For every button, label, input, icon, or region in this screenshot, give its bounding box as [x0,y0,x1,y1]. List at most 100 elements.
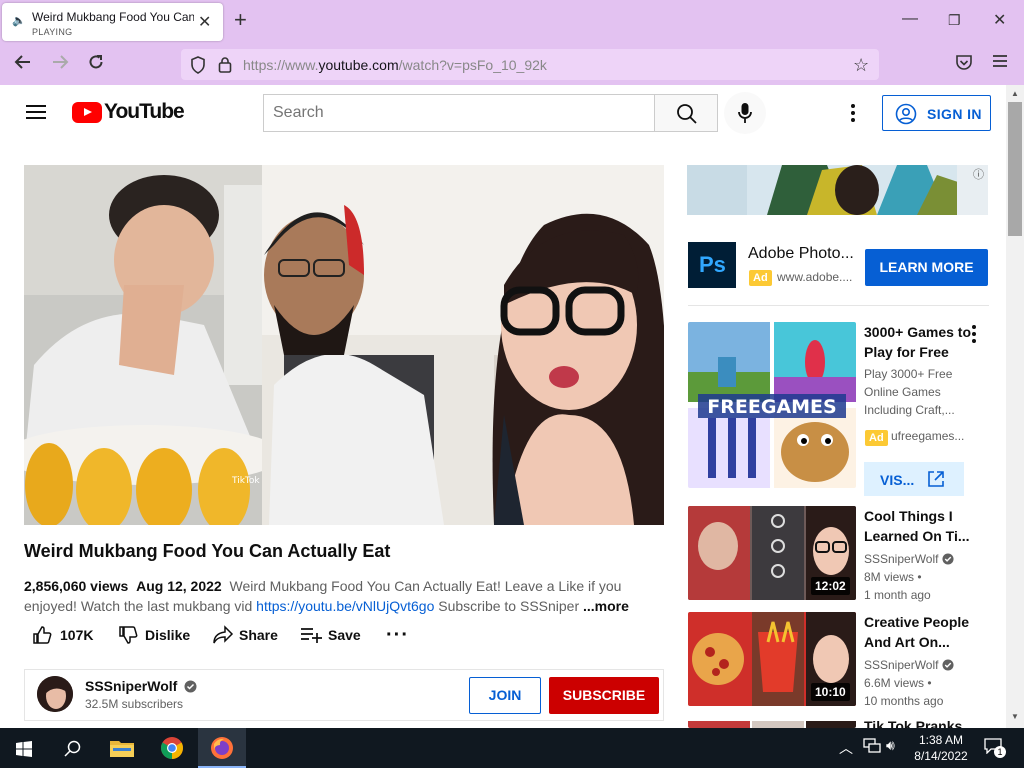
channel-avatar[interactable] [37,676,73,712]
volume-icon[interactable]: 🔊︎ [886,737,895,754]
ad-banner-image[interactable]: ⓘ [687,165,988,215]
shield-icon[interactable] [190,56,206,79]
sign-in-button[interactable]: SIGN IN [882,95,991,131]
video-description[interactable]: 2,856,060 views Aug 12, 2022 Weird Mukba… [24,576,639,616]
video-channel-name[interactable]: SSSniperWolf [864,656,984,674]
games-ad-badge: Ad [865,430,888,446]
reload-icon[interactable] [87,53,105,76]
external-link-icon [928,471,944,487]
join-button[interactable]: JOIN [469,677,541,714]
firefox-button[interactable] [198,728,246,768]
url-text[interactable]: https://www.youtube.com/watch?v=psFo_10_… [243,57,547,73]
settings-more-icon[interactable] [851,104,855,122]
freegames-thumb-text: FREEGAMES [707,396,836,418]
thumbs-up-icon [33,626,52,644]
address-bar[interactable]: https://www.youtube.com/watch?v=psFo_10_… [181,49,879,80]
channel-name-text: SSSniperWolf [864,658,939,672]
new-tab-button[interactable]: + [234,7,247,33]
search-icon [64,740,81,757]
subscribe-button[interactable]: SUBSCRIBE [549,677,659,714]
account-icon [895,103,917,125]
video-views-age: 6.6M views • 10 months ago [864,676,944,708]
video-frame: TikTok [24,165,664,525]
folder-icon [110,741,134,757]
notification-center-icon[interactable]: 1 [984,738,1006,758]
chrome-icon [161,737,183,759]
ad-title[interactable]: Adobe Photo... [748,245,854,263]
share-arrow-icon [213,625,234,644]
description-text-end: Subscribe to SSSniper [438,598,580,614]
show-more-button[interactable]: ...more [583,598,629,614]
subscriber-count: 32.5M subscribers [85,697,184,711]
games-ad-more-icon[interactable] [972,325,976,343]
video-views-age: 8M views • 1 month ago [864,570,931,602]
photoshop-logo[interactable]: Ps [688,242,736,288]
network-icon[interactable] [863,738,881,759]
search-input[interactable] [263,94,655,132]
restore-window-button[interactable]: ❐ [948,12,961,29]
voice-search-button[interactable] [724,92,766,134]
games-ad-domain: ufreegames... [891,429,965,443]
view-count: 6.6M views [864,676,925,690]
clock-date: 8/14/2022 [914,749,968,763]
hamburger-menu-icon[interactable] [26,105,46,119]
close-tab-icon[interactable]: ✕ [198,12,211,32]
duration-badge: 10:10 [811,683,850,701]
tiktok-watermark: TikTok [231,476,260,486]
video-title-creative-people[interactable]: Creative People And Art On... [864,612,982,652]
browser-tab-bar: 🔈 Weird Mukbang Food You Can Actually Ea… [0,0,1024,44]
duration-badge: 12:02 [811,577,850,595]
upload-date: Aug 12, 2022 [136,578,222,594]
divider [688,305,989,306]
back-arrow-icon[interactable] [14,53,32,76]
forward-arrow-icon[interactable] [51,53,69,76]
close-window-button[interactable]: ✕ [993,10,1006,30]
share-label: Share [239,627,278,643]
scroll-down-icon[interactable]: ▼ [1011,712,1019,721]
save-label: Save [328,627,361,643]
video-title-cool-things[interactable]: Cool Things I Learned On Ti... [864,506,982,546]
verified-check-icon [942,553,954,565]
dislike-label: Dislike [145,627,191,643]
search-button[interactable] [654,94,718,132]
system-tray-chevron-icon[interactable]: ︿ [839,738,853,758]
notification-count: 1 [994,746,1006,758]
verified-check-icon [184,680,197,693]
ad-domain: www.adobe.... [777,270,853,284]
microphone-icon [738,103,752,123]
scrollbar-thumb[interactable] [1008,102,1022,236]
more-actions-icon[interactable]: ··· [386,624,409,647]
scroll-up-icon[interactable]: ▲ [1011,89,1019,98]
lock-icon[interactable] [218,56,232,78]
visit-site-button[interactable]: VIS... [864,462,964,496]
app-menu-icon[interactable] [992,53,1008,74]
minimize-window-button[interactable]: — [902,10,918,28]
channel-name[interactable]: SSSniperWolf [85,678,197,694]
games-ad-thumbnail[interactable]: FREEGAMES [688,322,856,488]
games-ad-description: Play 3000+ Free Online Games Including C… [864,367,955,417]
description-link[interactable]: https://youtu.be/vNlUjQvt6go [256,598,434,614]
add-to-playlist-icon [301,628,322,643]
ad-info-icon[interactable]: ⓘ [973,166,984,182]
taskbar-clock[interactable]: 1:38 AM 8/14/2022 [906,732,976,764]
browser-nav-bar: https://www.youtube.com/watch?v=psFo_10_… [0,44,1024,85]
file-explorer-button[interactable] [98,728,146,768]
taskbar-search-button[interactable] [48,728,96,768]
video-title-tiktok-pranks[interactable]: Tik Tok Pranks [864,718,962,728]
youtube-logo-icon[interactable] [72,102,102,123]
channel-name-text: SSSniperWolf [85,678,178,694]
bookmark-star-icon[interactable]: ☆ [853,55,869,76]
pocket-icon[interactable] [955,53,973,76]
speaker-icon[interactable]: 🔈 [12,14,26,27]
video-channel-name[interactable]: SSSniperWolf [864,550,984,568]
channel-name-text: SSSniperWolf [864,552,939,566]
view-count: 2,856,060 views [24,578,129,594]
learn-more-button[interactable]: LEARN MORE [865,249,988,286]
video-thumbnail-tiktok-pranks[interactable] [688,718,856,728]
games-ad-title[interactable]: 3000+ Games to Play for Free [864,322,982,362]
start-button[interactable] [0,728,48,768]
browser-tab[interactable]: 🔈 Weird Mukbang Food You Can Actually Ea… [2,3,223,41]
youtube-logo-text[interactable]: YouTube [104,100,185,124]
video-player[interactable]: TikTok [24,165,664,525]
chrome-button[interactable] [148,728,196,768]
